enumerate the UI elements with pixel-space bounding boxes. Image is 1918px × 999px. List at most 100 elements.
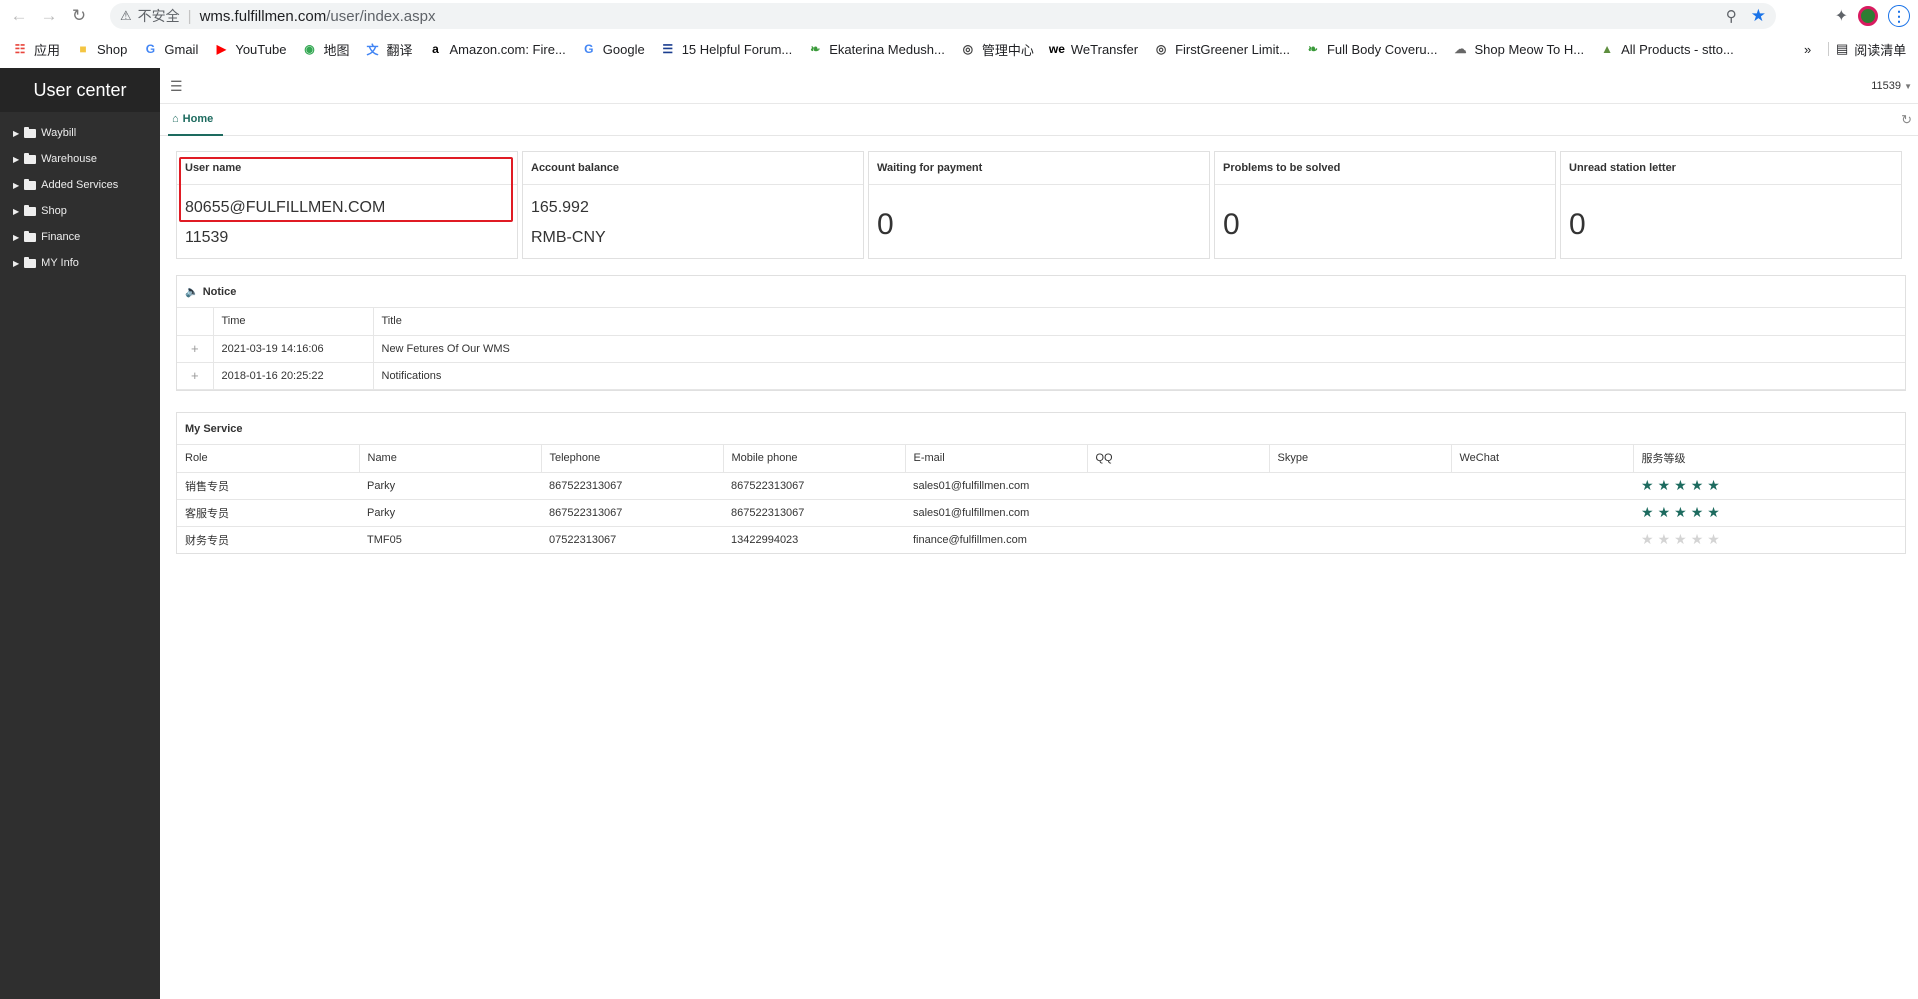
- card-waiting-payment[interactable]: Waiting for payment 0: [868, 151, 1210, 259]
- refresh-icon[interactable]: ↻: [1901, 112, 1912, 128]
- sidebar-item-waybill[interactable]: ▶ Waybill: [0, 120, 160, 146]
- sidebar-item-finance[interactable]: ▶ Finance: [0, 224, 160, 250]
- service-role: 销售专员: [177, 472, 359, 500]
- bookmark-item[interactable]: ◎ FirstGreener Limit...: [1153, 41, 1290, 57]
- bookmark-item[interactable]: ☷ 应用: [12, 40, 60, 59]
- expand-plus-icon[interactable]: +: [177, 362, 214, 390]
- bookmark-item[interactable]: ▶ YouTube: [213, 41, 287, 57]
- bookmark-item[interactable]: ▲ All Products - stto...: [1599, 41, 1734, 57]
- star-filled-icon: ★: [1657, 477, 1675, 493]
- bookmark-label: 应用: [34, 42, 61, 58]
- user-id: 11539: [1871, 80, 1902, 92]
- service-telephone: 867522313067: [541, 472, 723, 500]
- user-code: 11539: [185, 229, 229, 246]
- bookmark-star-icon[interactable]: ★: [1751, 6, 1766, 26]
- waiting-payment-count: 0: [877, 208, 894, 241]
- bookmarks-overflow-button[interactable]: »: [1804, 36, 1811, 62]
- bookmark-item[interactable]: ■ Shop: [75, 41, 127, 57]
- globe-icon: ◎: [962, 42, 974, 56]
- bookmark-item[interactable]: G Google: [581, 41, 645, 57]
- reading-list-button[interactable]: ▤ 阅读清单: [1836, 36, 1906, 62]
- home-icon: ⌂: [172, 113, 179, 125]
- reading-list-label: 阅读清单: [1854, 42, 1907, 58]
- star-filled-icon: ★: [1674, 504, 1691, 520]
- bookmark-item[interactable]: ❧ Full Body Coveru...: [1305, 41, 1438, 57]
- service-wechat: [1451, 472, 1633, 500]
- sidebar-item-label: Warehouse: [41, 153, 97, 165]
- sidebar-item-label: Finance: [41, 231, 81, 243]
- google-icon: G: [584, 42, 594, 56]
- forward-icon[interactable]: →: [36, 3, 62, 29]
- notice-header: 🔈 Notice: [177, 276, 1905, 308]
- service-rating: ★★★★★: [1633, 499, 1905, 527]
- service-email: sales01@fulfillmen.com: [905, 499, 1087, 527]
- browser-menu-icon[interactable]: ⋮: [1888, 5, 1910, 27]
- address-bar[interactable]: ⚠ 不安全 | wms.fulfillmen.com/user/index.as…: [110, 3, 1776, 29]
- table-row: + 2018-01-16 20:25:22 Notifications: [177, 362, 1905, 390]
- sidebar-item-label: Shop: [41, 205, 67, 217]
- service-role: 客服专员: [177, 499, 359, 527]
- notice-time: 2018-01-16 20:25:22: [213, 362, 374, 390]
- sidebar-item-warehouse[interactable]: ▶ Warehouse: [0, 146, 160, 172]
- notice-link[interactable]: New Fetures Of Our WMS: [373, 335, 1905, 363]
- bookmark-item[interactable]: G Gmail: [142, 41, 199, 57]
- wetransfer-icon: we: [1048, 42, 1065, 56]
- column-header: WeChat: [1451, 445, 1634, 473]
- bookmark-item[interactable]: ☰ 15 Helpful Forum...: [660, 41, 792, 57]
- star-filled-icon: ★: [1674, 477, 1691, 493]
- card-unread-letters[interactable]: Unread station letter 0: [1560, 151, 1902, 259]
- bookmark-label: FirstGreener Limit...: [1175, 41, 1290, 57]
- caret-right-icon: ▶: [13, 206, 20, 216]
- folder-icon: [24, 256, 37, 268]
- bookmark-item[interactable]: ◎ 管理中心: [960, 40, 1034, 59]
- sidebar-item-shop[interactable]: ▶ Shop: [0, 198, 160, 224]
- star-filled-icon: ★: [1690, 504, 1708, 520]
- bookmark-item[interactable]: ☁ Shop Meow To H...: [1452, 41, 1584, 57]
- bookmark-item[interactable]: ❧ Ekaterina Medush...: [807, 41, 945, 57]
- star-empty-icon: ★: [1657, 531, 1675, 548]
- reload-icon[interactable]: ↻: [66, 3, 92, 29]
- zoom-icon[interactable]: ⚲: [1726, 7, 1737, 25]
- service-email: sales01@fulfillmen.com: [905, 472, 1087, 500]
- bookmark-label: Shop: [97, 41, 128, 57]
- user-dropdown[interactable]: 11539 ▼: [1871, 80, 1912, 92]
- folder-icon: ■: [79, 42, 87, 56]
- table-header-row: Time Title: [177, 308, 1905, 336]
- service-mobile: 867522313067: [723, 472, 905, 500]
- expand-plus-icon[interactable]: +: [177, 335, 214, 363]
- notice-link[interactable]: Notifications: [373, 362, 1905, 390]
- extensions-puzzle-icon[interactable]: ✦: [1835, 6, 1848, 26]
- card-title: User name: [177, 152, 517, 185]
- bookmark-label: Google: [602, 41, 645, 57]
- bookmarks-bar: ☷ 应用 ■ Shop G Gmail ▶ YouTube ◉ 地图文翻译 a Amazon.com:…: [0, 36, 1918, 62]
- bookmark-label: Ekaterina Medush...: [829, 41, 945, 57]
- caret-right-icon: ▶: [13, 128, 20, 138]
- shopify-icon: ▲: [1601, 42, 1614, 56]
- card-title: Waiting for payment: [869, 152, 1209, 185]
- star-filled-icon: ★: [1641, 504, 1658, 520]
- service-name: TMF05: [367, 533, 402, 546]
- menu-toggle-icon[interactable]: ☰: [170, 78, 183, 95]
- bookmark-item[interactable]: 文翻译: [364, 40, 412, 59]
- bookmark-item[interactable]: we WeTransfer: [1049, 41, 1138, 57]
- tab-home[interactable]: ⌂ Home: [168, 104, 224, 136]
- card-problems[interactable]: Problems to be solved 0: [1214, 151, 1556, 259]
- profile-avatar-icon[interactable]: [1858, 6, 1878, 26]
- expand-column-header: [177, 308, 214, 336]
- sidebar-item-label: MY Info: [41, 257, 79, 269]
- table-row: 客服专员 Parky 867522313067 867522313067 sales01…: [177, 499, 1905, 527]
- sidebar-item-added-services[interactable]: ▶ Added Services: [0, 172, 160, 198]
- leaf-icon: ❧: [1307, 42, 1318, 56]
- service-skype: [1269, 499, 1451, 527]
- service-name: Parky: [359, 499, 541, 527]
- sidebar-item-my-info[interactable]: ▶ MY Info: [0, 250, 160, 276]
- url-separator: |: [187, 7, 192, 25]
- tab-home-label: Home: [182, 113, 214, 125]
- back-icon[interactable]: ←: [6, 3, 32, 29]
- star-empty-icon: ★: [1707, 531, 1724, 548]
- notice-panel: 🔈 Notice Time Title + 2021-03-19 14:16:0…: [176, 275, 1906, 391]
- bookmark-item[interactable]: ◉ 地图: [301, 40, 349, 59]
- bookmark-label: All Products - stto...: [1621, 41, 1734, 57]
- bookmark-item[interactable]: a Amazon.com: Fire...: [427, 41, 566, 57]
- url-path: /user/index.aspx: [326, 7, 436, 25]
